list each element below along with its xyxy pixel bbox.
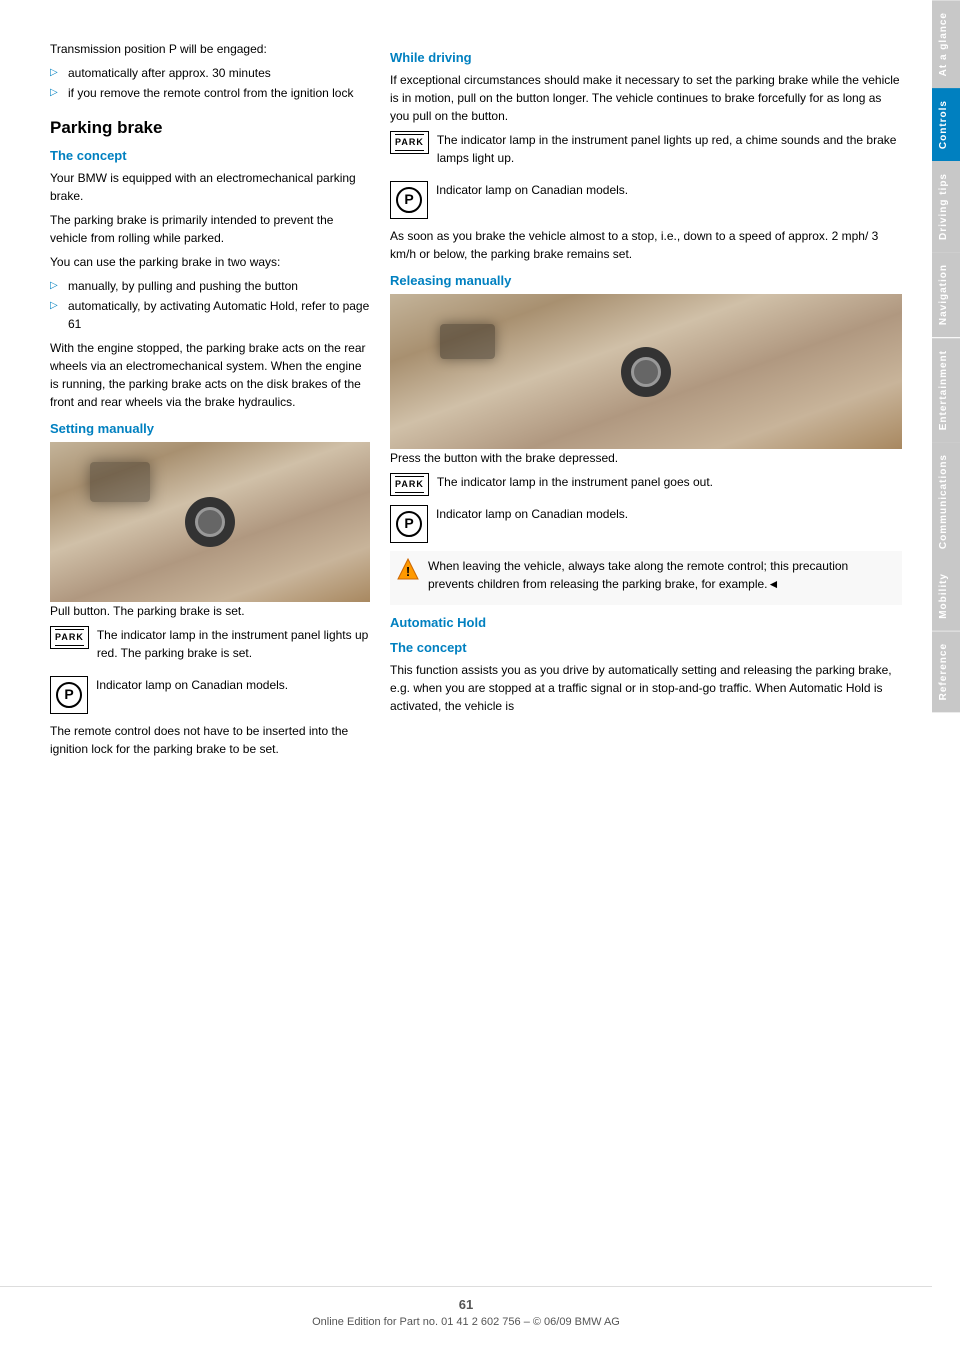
sidebar-tab-navigation[interactable]: Navigation xyxy=(932,252,960,337)
canadian-p-symbol-1: P xyxy=(56,682,82,708)
warning-triangle-icon: ! xyxy=(396,557,420,581)
parking-brake-heading: Parking brake xyxy=(50,118,370,138)
press-text: Press the button with the brake depresse… xyxy=(390,449,902,467)
releasing-manually-image: W7E2C97g xyxy=(390,294,902,449)
pull-text: Pull button. The parking brake is set. xyxy=(50,602,370,620)
right-column: While driving If exceptional circumstanc… xyxy=(390,40,902,1318)
concept-para-1: Your BMW is equipped with an electromech… xyxy=(50,169,370,205)
wd-park-badge-1: PARK xyxy=(390,131,429,154)
rel-indicator-box-1: PARK The indicator lamp in the instrumen… xyxy=(390,473,902,497)
remote-note: The remote control does not have to be i… xyxy=(50,722,370,758)
park-line-bottom xyxy=(55,645,84,646)
sidebar-tab-controls-label: Controls xyxy=(938,100,949,149)
sidebar-tab-entertainment-label: Entertainment xyxy=(938,350,949,430)
main-content: Transmission position P will be engaged:… xyxy=(0,0,932,1358)
sidebar-tab-driving-tips-label: Driving tips xyxy=(938,173,949,240)
wd-indicator-box-2: P Indicator lamp on Canadian models. xyxy=(390,181,902,219)
wd-park-badge-text: PARK xyxy=(395,136,424,149)
wd-park-line-top xyxy=(395,134,424,135)
concept-para-3: You can use the parking brake in two way… xyxy=(50,253,370,271)
rel-park-line-top xyxy=(395,476,424,477)
wd-indicator1-text: The indicator lamp in the instrument pan… xyxy=(437,131,902,167)
park-button-image xyxy=(185,497,235,547)
rel-canadian-p-symbol: P xyxy=(396,511,422,537)
sidebar-tab-reference-label: Reference xyxy=(938,643,949,700)
park-button-inner xyxy=(195,507,225,537)
sidebar-tab-at-glance[interactable]: At a glance xyxy=(932,0,960,88)
wd-canadian-indicator: P xyxy=(390,181,428,219)
release-button-image xyxy=(621,347,671,397)
sidebar-tab-at-glance-label: At a glance xyxy=(938,12,949,76)
concept-bullet-1: manually, by pulling and pushing the but… xyxy=(50,277,370,295)
wd-canadian-p-symbol: P xyxy=(396,187,422,213)
sidebar-tab-communications-label: Communications xyxy=(938,454,949,549)
sidebar-tab-navigation-label: Navigation xyxy=(938,264,949,325)
intro-text: Transmission position P will be engaged: xyxy=(50,40,370,58)
releasing-manually-heading: Releasing manually xyxy=(390,273,902,288)
park-badge-text-1: PARK xyxy=(55,631,84,644)
intro-bullet-2: if you remove the remote control from th… xyxy=(50,84,370,102)
wd-indicator-box-1: PARK The indicator lamp in the instrumen… xyxy=(390,131,902,173)
setting-manually-heading: Setting manually xyxy=(50,421,370,436)
concept-para-2: The parking brake is primarily intended … xyxy=(50,211,370,247)
concept-para-4: With the engine stopped, the parking bra… xyxy=(50,339,370,411)
sidebar-tab-mobility[interactable]: Mobility xyxy=(932,561,960,631)
ah-concept-text: This function assists you as you drive b… xyxy=(390,661,902,715)
page-number: 61 xyxy=(10,1297,922,1312)
canadian-indicator-1: P xyxy=(50,676,88,714)
wd-park-line-bottom xyxy=(395,150,424,151)
concept-bullets: manually, by pulling and pushing the but… xyxy=(50,277,370,333)
indicator-box-1: PARK The indicator lamp in the instrumen… xyxy=(50,626,370,668)
release-button-inner xyxy=(631,357,661,387)
warning-svg: ! xyxy=(396,557,420,581)
page-footer: 61 Online Edition for Part no. 01 41 2 6… xyxy=(0,1286,932,1338)
sidebar-tab-mobility-label: Mobility xyxy=(938,573,949,619)
sidebar-tab-reference[interactable]: Reference xyxy=(932,631,960,712)
indicator1-text: The indicator lamp in the instrument pan… xyxy=(97,626,370,662)
indicator2-text: Indicator lamp on Canadian models. xyxy=(96,676,288,694)
indicator-box-2: P Indicator lamp on Canadian models. xyxy=(50,676,370,714)
wd-indicator2-text: Indicator lamp on Canadian models. xyxy=(436,181,628,199)
intro-bullet-1: automatically after approx. 30 minutes xyxy=(50,64,370,82)
while-driving-heading: While driving xyxy=(390,50,902,65)
sidebar-tab-communications[interactable]: Communications xyxy=(932,442,960,561)
left-column: Transmission position P will be engaged:… xyxy=(50,40,370,1318)
rel-park-line-bottom xyxy=(395,492,424,493)
park-badge-1: PARK xyxy=(50,626,89,649)
warning-box: ! When leaving the vehicle, always take … xyxy=(390,551,902,605)
sidebar: At a glance Controls Driving tips Naviga… xyxy=(932,0,960,1358)
warning-text: When leaving the vehicle, always take al… xyxy=(428,557,896,593)
svg-text:!: ! xyxy=(406,564,410,579)
page-container: Transmission position P will be engaged:… xyxy=(0,0,960,1358)
park-line-top xyxy=(55,629,84,630)
rel-indicator1-text: The indicator lamp in the instrument pan… xyxy=(437,473,713,491)
intro-bullets: automatically after approx. 30 minutes i… xyxy=(50,64,370,102)
concept-bullet-2: automatically, by activating Automatic H… xyxy=(50,297,370,333)
automatic-hold-heading: Automatic Hold xyxy=(390,615,902,630)
sidebar-tab-controls[interactable]: Controls xyxy=(932,88,960,161)
rel-park-badge-1: PARK xyxy=(390,473,429,496)
rel-canadian-indicator: P xyxy=(390,505,428,543)
the-concept-heading: The concept xyxy=(50,148,370,163)
rel-park-badge-text: PARK xyxy=(395,478,424,491)
rel-indicator2-text: Indicator lamp on Canadian models. xyxy=(436,505,628,523)
rel-indicator-box-2: P Indicator lamp on Canadian models. xyxy=(390,505,902,543)
sidebar-tab-entertainment[interactable]: Entertainment xyxy=(932,338,960,442)
footer-text: Online Edition for Part no. 01 41 2 602 … xyxy=(10,1316,922,1328)
setting-manually-image: W7E2C97g xyxy=(50,442,370,602)
while-driving-para: If exceptional circumstances should make… xyxy=(390,71,902,125)
wd-para2: As soon as you brake the vehicle almost … xyxy=(390,227,902,263)
sidebar-tab-driving-tips[interactable]: Driving tips xyxy=(932,161,960,252)
ah-concept-heading: The concept xyxy=(390,640,902,655)
